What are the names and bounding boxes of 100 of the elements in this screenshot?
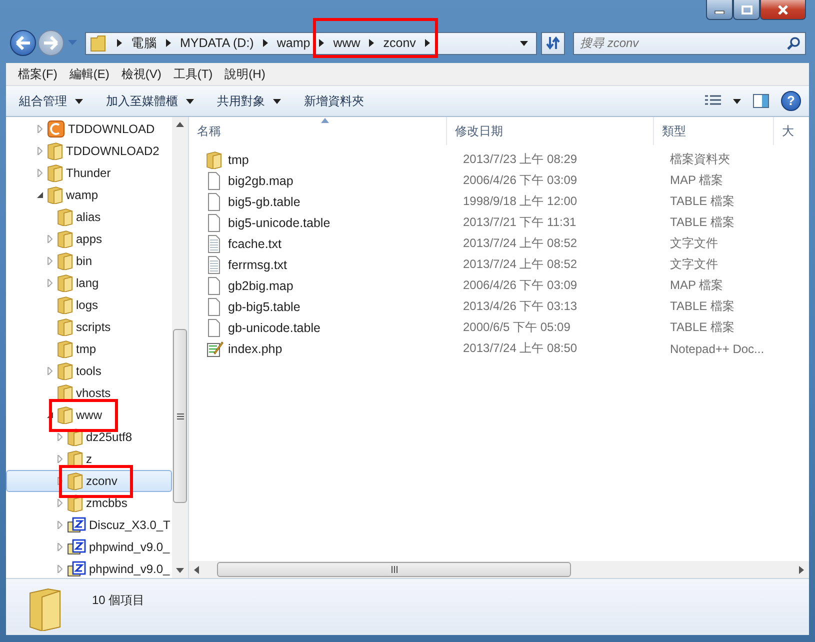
folder-icon bbox=[57, 230, 73, 248]
column-header[interactable]: 修改日期 bbox=[447, 117, 654, 145]
item-count: 10 個項目 bbox=[92, 592, 145, 609]
item-label: logs bbox=[76, 298, 98, 312]
expanded-arrow-icon[interactable] bbox=[46, 411, 54, 419]
refresh-button[interactable] bbox=[541, 32, 565, 54]
tree-item[interactable]: Thunder bbox=[6, 162, 172, 184]
file-name: big5-unicode.table bbox=[228, 216, 330, 230]
scroll-thumb[interactable] bbox=[217, 562, 571, 577]
tree-item[interactable]: zmcbbs bbox=[6, 492, 172, 514]
item-label: Discuz_X3.0_T bbox=[89, 518, 170, 532]
menu-item[interactable]: 說明(H) bbox=[218, 64, 272, 84]
file-name: ferrmsg.txt bbox=[228, 258, 288, 272]
tree-item[interactable]: tmp bbox=[6, 338, 172, 360]
item-label: Thunder bbox=[66, 166, 111, 180]
breadcrumb-item[interactable]: www bbox=[333, 36, 360, 50]
scroll-down-icon[interactable] bbox=[176, 568, 184, 573]
menu-item[interactable]: 編輯(E) bbox=[63, 64, 116, 84]
tree-item[interactable]: phpwind_v9.0_ bbox=[6, 558, 172, 578]
tree-item[interactable]: tools bbox=[6, 360, 172, 382]
column-header[interactable]: 大 bbox=[774, 117, 809, 145]
file-row[interactable]: gb-big5.table 2013/4/26 下午 03:13 TABLE 檔案 bbox=[189, 296, 809, 317]
breadcrumb-item[interactable]: 電腦 bbox=[131, 34, 157, 52]
search-icon bbox=[787, 36, 801, 50]
file-row[interactable]: tmp 2013/7/23 上午 08:29 檔案資料夾 bbox=[189, 149, 809, 170]
breadcrumb-item[interactable]: MYDATA (D:) bbox=[180, 36, 254, 50]
close-icon bbox=[776, 4, 790, 16]
tree-item[interactable]: zconv bbox=[6, 470, 172, 492]
file-row[interactable]: index.php 2013/7/24 上午 08:50 Notepad++ Doc... bbox=[189, 338, 809, 359]
chevron-icon[interactable] bbox=[117, 39, 122, 47]
tree-item[interactable]: TDDOWNLOAD bbox=[6, 118, 172, 140]
chevron-icon[interactable] bbox=[369, 39, 374, 47]
dropdown-caret-icon[interactable] bbox=[520, 40, 528, 46]
file-name: big2gb.map bbox=[228, 174, 294, 188]
column-header[interactable]: 類型 bbox=[654, 117, 774, 145]
vertical-scrollbar[interactable] bbox=[172, 117, 188, 578]
folder-icon bbox=[47, 142, 63, 160]
scroll-left-icon[interactable] bbox=[194, 566, 199, 574]
tree-item[interactable]: www bbox=[6, 404, 172, 426]
tree-item[interactable]: apps bbox=[6, 228, 172, 250]
toolbar-button[interactable]: 加入至媒體櫃 bbox=[99, 88, 202, 114]
file-date: 2013/7/23 上午 08:29 bbox=[462, 151, 578, 168]
file-row[interactable]: big5-gb.table 1998/9/18 上午 12:00 TABLE 檔案 bbox=[189, 191, 809, 212]
breadcrumb-item[interactable]: wamp bbox=[276, 36, 310, 50]
menu-item[interactable]: 檢視(V) bbox=[115, 64, 168, 84]
maximize-icon bbox=[740, 4, 752, 14]
chevron-icon[interactable] bbox=[319, 39, 324, 47]
tree-item[interactable]: scripts bbox=[6, 316, 172, 338]
file-type: MAP 檔案 bbox=[669, 172, 724, 189]
search-field[interactable]: 搜尋 zconv bbox=[578, 35, 787, 51]
menu-item[interactable]: 檔案(F) bbox=[12, 64, 64, 84]
minimize-button[interactable] bbox=[706, 0, 733, 20]
search-box[interactable]: 搜尋 zconv bbox=[573, 32, 806, 54]
collapsed-arrow-icon[interactable] bbox=[56, 477, 64, 485]
back-button[interactable] bbox=[10, 30, 36, 56]
folder-icon bbox=[47, 186, 63, 204]
chevron-icon[interactable] bbox=[262, 39, 268, 47]
tree-item[interactable]: lang bbox=[6, 272, 172, 294]
scroll-right-icon[interactable] bbox=[799, 566, 804, 574]
file-type: Notepad++ Doc... bbox=[669, 342, 766, 356]
tree-item[interactable]: logs bbox=[6, 294, 172, 316]
tree-item[interactable]: TDDOWNLOAD2 bbox=[6, 140, 172, 162]
breadcrumb-item[interactable]: zconv bbox=[383, 36, 416, 50]
tree-item[interactable]: dz25utf8 bbox=[6, 426, 172, 448]
tree-item[interactable]: alias bbox=[6, 206, 172, 228]
file-row[interactable]: big2gb.map 2006/4/26 下午 03:09 MAP 檔案 bbox=[189, 170, 809, 191]
chevron-icon[interactable] bbox=[424, 39, 430, 47]
file-date: 1998/9/18 上午 12:00 bbox=[462, 193, 578, 210]
dropdown-caret-icon[interactable] bbox=[733, 98, 741, 104]
tree-item[interactable]: z bbox=[6, 448, 172, 470]
file-row[interactable]: ferrmsg.txt 2013/7/24 上午 08:52 文字文件 bbox=[189, 254, 809, 275]
tree-item[interactable]: phpwind_v9.0_ bbox=[6, 536, 172, 558]
address-bar[interactable]: 電腦 MYDATA (D:) wamp www zconv bbox=[85, 32, 537, 54]
scroll-up-icon[interactable] bbox=[176, 122, 184, 127]
toolbar-button[interactable]: 新增資料夾 bbox=[297, 88, 372, 114]
file-row[interactable]: big5-unicode.table 2013/7/21 下午 11:31 TABLE 檔案 bbox=[189, 212, 809, 233]
maximize-button[interactable] bbox=[733, 0, 760, 20]
chevron-icon[interactable] bbox=[166, 39, 171, 47]
left-arrow-icon bbox=[15, 36, 31, 50]
close-button[interactable] bbox=[760, 0, 806, 20]
toolbar-button[interactable]: 共用對象 bbox=[210, 88, 289, 114]
file-date: 2006/4/26 下午 03:09 bbox=[462, 277, 578, 294]
forward-button[interactable] bbox=[38, 30, 64, 56]
expanded-arrow-icon[interactable] bbox=[36, 191, 44, 199]
folder-icon bbox=[57, 340, 73, 358]
tree-item[interactable]: vhosts bbox=[6, 382, 172, 404]
toolbar-button[interactable]: 組合管理 bbox=[12, 88, 91, 114]
tree-item[interactable]: wamp bbox=[6, 184, 172, 206]
menu-item[interactable]: 工具(T) bbox=[167, 64, 219, 84]
file-row[interactable]: gb2big.map 2006/4/26 下午 03:09 MAP 檔案 bbox=[189, 275, 809, 296]
tree-item[interactable]: bin bbox=[6, 250, 172, 272]
tree-item[interactable]: Discuz_X3.0_T bbox=[6, 514, 172, 536]
file-date: 2013/7/24 上午 08:50 bbox=[462, 340, 578, 357]
scroll-thumb[interactable] bbox=[173, 329, 187, 503]
file-row[interactable]: gb-unicode.table 2000/6/5 下午 05:09 TABLE 檔案 bbox=[189, 317, 809, 338]
column-header[interactable]: 名稱 bbox=[189, 117, 447, 145]
folder-icon bbox=[57, 318, 73, 336]
horizontal-scrollbar[interactable] bbox=[189, 561, 809, 578]
file-name: gb2big.map bbox=[228, 278, 294, 292]
file-row[interactable]: fcache.txt 2013/7/24 上午 08:52 文字文件 bbox=[189, 233, 809, 254]
